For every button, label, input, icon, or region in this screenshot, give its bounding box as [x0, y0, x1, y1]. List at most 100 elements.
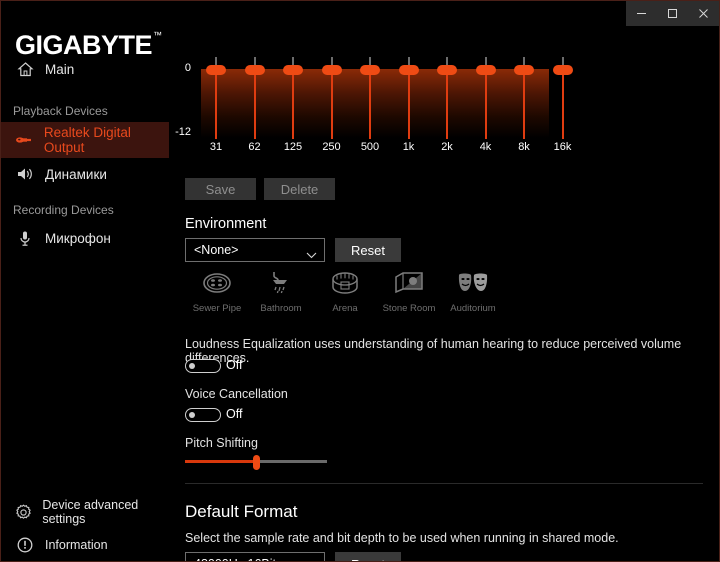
- gigabyte-audio-window: GIGABYTE ™ Main Playback Devices Realtek …: [0, 0, 720, 562]
- equalizer-band-track-lower: [484, 71, 487, 139]
- voice-cancellation-toggle-knob: [189, 412, 195, 418]
- equalizer-band-slider[interactable]: [360, 57, 380, 139]
- environment-preset-bathroom[interactable]: Bathroom: [249, 270, 313, 314]
- trademark-mark: ™: [153, 30, 163, 40]
- equalizer-frequency-label: 125: [283, 141, 303, 153]
- loudness-toggle-knob: [189, 363, 195, 369]
- maximize-button[interactable]: [657, 1, 688, 26]
- equalizer-band-track-lower: [561, 71, 564, 139]
- environment-reset-button[interactable]: Reset: [335, 238, 401, 262]
- equalizer-frequency-label: 62: [248, 141, 261, 153]
- equalizer-band-slider[interactable]: [514, 57, 534, 139]
- equalizer-band-slider[interactable]: [475, 57, 496, 139]
- equalizer-frequency-label: 250: [322, 141, 341, 153]
- equalizer-band-slider[interactable]: [244, 57, 265, 139]
- equalizer-band-slider[interactable]: [398, 57, 419, 139]
- sidebar-item-information[interactable]: Information: [1, 530, 169, 560]
- info-icon: [13, 537, 37, 553]
- equalizer-band-thumb[interactable]: [206, 65, 226, 75]
- sidebar: GIGABYTE ™ Main Playback Devices Realtek …: [1, 26, 169, 561]
- sidebar-item-dinamiki-label: Динамики: [45, 166, 107, 182]
- environment-preset-sewer-pipe[interactable]: Sewer Pipe: [185, 270, 249, 314]
- equalizer-band-thumb[interactable]: [398, 65, 419, 75]
- digital-output-icon: [13, 133, 36, 147]
- pitch-shifting-slider-thumb[interactable]: [253, 455, 260, 470]
- environment-select[interactable]: <None>: [185, 238, 325, 262]
- equalizer-band-thumb[interactable]: [321, 65, 342, 75]
- equalizer-band-slider[interactable]: [283, 57, 303, 139]
- speaker-icon: [13, 166, 37, 182]
- default-format-heading: Default Format: [185, 502, 298, 521]
- equalizer-band-track-lower: [446, 71, 448, 139]
- voice-cancellation-toggle[interactable]: [185, 408, 221, 422]
- equalizer-band-slider[interactable]: [552, 57, 573, 139]
- equalizer-band-track-lower: [523, 71, 525, 139]
- equalizer-frequency-label: 2k: [441, 141, 453, 153]
- equalizer-band-thumb[interactable]: [437, 65, 457, 75]
- voice-cancellation-toggle-state: Off: [226, 407, 243, 421]
- window-controls: [626, 1, 719, 26]
- environment-preset-auditorium-label: Auditorium: [450, 303, 496, 314]
- sidebar-item-main-label: Main: [45, 61, 75, 77]
- equalizer-band-track-lower: [292, 71, 294, 139]
- equalizer-band-slider[interactable]: [437, 57, 457, 139]
- auditorium-icon: [457, 270, 489, 301]
- equalizer-band-track-lower: [407, 71, 410, 139]
- equalizer-band-track-lower: [253, 71, 256, 139]
- equalizer-bands: 31 62 125 250 500 1k 2k 4k 8k 16k: [199, 31, 699, 153]
- equalizer-band-slider[interactable]: [321, 57, 342, 139]
- sidebar-item-mikrofon-label: Микрофон: [45, 230, 111, 246]
- main-panel: 0 -12 31 62 125 250 500 1k 2k 4k 8k 16k Save Dele…: [169, 26, 719, 561]
- bathroom-icon: [265, 270, 297, 301]
- equalizer-band-thumb[interactable]: [283, 65, 303, 75]
- default-format-select[interactable]: 48000Hz 16Bits: [185, 552, 325, 561]
- equalizer-band-thumb[interactable]: [514, 65, 534, 75]
- sewer-pipe-icon: [201, 270, 233, 301]
- loudness-toggle[interactable]: [185, 359, 221, 373]
- equalizer-frequency-label: 8k: [518, 141, 530, 153]
- sidebar-item-device-advanced-settings[interactable]: Device advanced settings: [1, 497, 169, 527]
- pitch-shifting-slider-fill: [185, 460, 256, 463]
- pitch-shifting-slider-track: [256, 460, 327, 463]
- equalizer-band-thumb[interactable]: [360, 65, 380, 75]
- close-button[interactable]: [688, 1, 719, 26]
- title-bar: [1, 1, 719, 26]
- equalizer-band-thumb[interactable]: [244, 65, 265, 75]
- equalizer-frequency-label: 4k: [479, 141, 492, 153]
- pitch-shifting-slider[interactable]: [185, 455, 327, 470]
- environment-preset-bathroom-label: Bathroom: [260, 303, 302, 314]
- equalizer-axis-label-top: 0: [184, 62, 191, 74]
- environment-preset-stone-room-label: Stone Room: [382, 303, 436, 314]
- environment-preset-arena[interactable]: Arena: [313, 270, 377, 314]
- sidebar-item-realtek-digital-output[interactable]: Realtek Digital Output: [1, 122, 169, 158]
- sidebar-item-device-advanced-settings-label: Device advanced settings: [42, 498, 139, 526]
- equalizer-frequency-label: 500: [360, 141, 380, 153]
- default-format-select-value: 48000Hz 16Bits: [194, 557, 282, 561]
- environment-preset-stone-room[interactable]: Stone Room: [377, 270, 441, 314]
- environment-preset-list: Sewer Pipe Bathroom Arena Stone Room Aud…: [185, 270, 505, 314]
- equalizer-frequency-label: 1k: [402, 141, 415, 153]
- equalizer-frequency-label: 31: [209, 141, 223, 153]
- default-format-reset-button[interactable]: Reset: [335, 552, 401, 561]
- sidebar-item-dinamiki[interactable]: Динамики: [1, 156, 169, 192]
- equalizer-band-thumb[interactable]: [475, 65, 496, 75]
- equalizer-band-slider[interactable]: [206, 57, 226, 139]
- equalizer-band-track-lower: [369, 71, 371, 139]
- environment-preset-arena-label: Arena: [332, 303, 358, 314]
- gear-icon: [13, 503, 34, 521]
- sidebar-item-mikrofon[interactable]: Микрофон: [1, 220, 169, 256]
- sidebar-item-information-label: Information: [45, 538, 108, 552]
- minimize-button[interactable]: [626, 1, 657, 26]
- delete-button[interactable]: Delete: [264, 178, 335, 200]
- sidebar-item-main[interactable]: Main: [1, 51, 169, 87]
- environment-preset-auditorium[interactable]: Auditorium: [441, 270, 505, 314]
- chevron-down-icon: [306, 246, 317, 264]
- default-format-description: Select the sample rate and bit depth to …: [185, 531, 619, 545]
- equalizer-axis-label-bottom: -12: [175, 126, 191, 138]
- equalizer-chart: 0 -12 31 62 125 250 500 1k 2k 4k 8k 16k: [169, 31, 719, 166]
- save-button[interactable]: Save: [185, 178, 256, 200]
- sidebar-item-realtek-digital-output-label: Realtek Digital Output: [43, 125, 131, 155]
- equalizer-band-track-lower: [330, 71, 333, 139]
- equalizer-frequency-label: 16k: [553, 141, 572, 153]
- equalizer-band-thumb[interactable]: [552, 65, 573, 75]
